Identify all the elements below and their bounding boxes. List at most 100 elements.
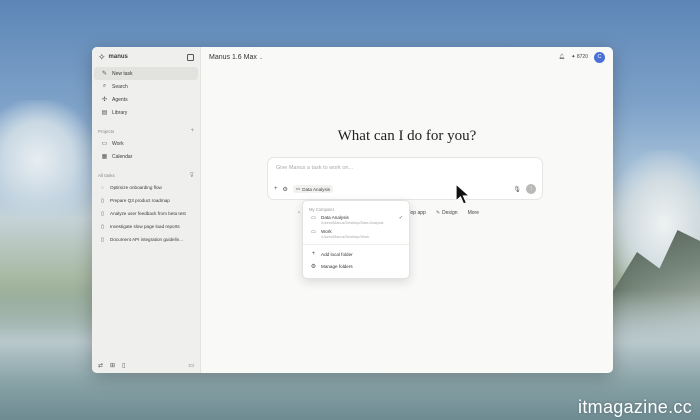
composer-input[interactable]: Give Manus a task to work on...: [276, 165, 353, 171]
bell-icon[interactable]: 🔔︎: [559, 54, 565, 60]
sidebar-item-calendar[interactable]: ▦ Calendar: [94, 150, 198, 163]
manus-logo-icon: ✧: [98, 51, 106, 62]
sidebar-toggle-icon[interactable]: [187, 53, 194, 61]
folder-path: /Users/Manus/Desktop/Work: [321, 235, 370, 239]
agents-icon: ✣: [101, 97, 108, 103]
folder-selector-button[interactable]: ▭ Data Analysis: [292, 185, 334, 193]
app-window: ✧ manus ✎ New task ⌕ Search ✣ Agents ▤ L…: [92, 47, 613, 373]
spark-icon: ✦: [571, 54, 576, 60]
sidebar-item-label: New task: [112, 70, 133, 77]
mouse-cursor-icon: [455, 183, 472, 205]
task-item[interactable]: ▯ Analyze user feedback from beta test: [92, 207, 200, 220]
settings-icon: ⚙︎: [310, 263, 317, 270]
sidebar-item-agents[interactable]: ✣ Agents: [94, 93, 198, 106]
task-item[interactable]: ▯ Prepare Q3 product roadmap: [92, 194, 200, 207]
document-icon: ▯: [101, 197, 104, 204]
divider: [303, 244, 409, 245]
tasks-header: All tasks ⊽: [92, 169, 200, 181]
folder-icon: ▭: [311, 229, 316, 235]
folder-icon: ▭: [311, 215, 316, 221]
action-design[interactable]: ✎ Design: [436, 210, 458, 216]
apps-grid-icon[interactable]: ⊞: [110, 362, 115, 369]
document-icon: ▯: [101, 223, 104, 230]
task-item[interactable]: ▯ Investigate slow page load reports: [92, 220, 200, 233]
folder-name: Data Analysis: [321, 215, 349, 220]
loading-icon: ◌: [101, 184, 104, 191]
model-selector[interactable]: Manus 1.6 Max ⌄: [209, 54, 263, 61]
task-item-label: Optimize onboarding flow: [110, 185, 162, 190]
microphone-icon[interactable]: 🎙︎: [513, 186, 521, 193]
sidebar-item-label: Work: [112, 140, 124, 147]
plus-icon[interactable]: +: [274, 186, 278, 192]
page-title: What can I do for you?: [337, 128, 477, 144]
task-item-label: Investigate slow page load reports: [110, 224, 180, 229]
task-composer[interactable]: Give Manus a task to work on... + ⚙︎ ▭ D…: [267, 157, 543, 200]
sidebar-item-library[interactable]: ▤ Library: [94, 106, 198, 119]
design-icon: ✎: [435, 210, 441, 216]
projects-header: Projects +: [92, 125, 200, 137]
sidebar: ✧ manus ✎ New task ⌕ Search ✣ Agents ▤ L…: [92, 47, 201, 373]
folder-selector-label: Data Analysis: [302, 186, 331, 192]
plus-icon: +: [311, 251, 316, 257]
action-more[interactable]: More: [468, 210, 479, 216]
tablet-icon[interactable]: ▭: [188, 362, 194, 369]
sidebar-header: ✧ manus: [92, 47, 200, 67]
folder-path: /Users/Manus/Desktop/Data Analysis: [321, 221, 384, 225]
sidebar-item-new-task[interactable]: ✎ New task: [94, 67, 198, 80]
manage-folders-item[interactable]: ⚙︎ Manage folders: [303, 260, 409, 272]
filter-icon[interactable]: ⊽: [190, 172, 194, 179]
sidebar-item-label: Calendar: [112, 153, 133, 160]
search-icon: ⌕: [102, 83, 107, 89]
avatar[interactable]: C: [594, 51, 605, 63]
credits[interactable]: ✦ 8720: [571, 54, 588, 60]
task-item[interactable]: ▯ Document API integration guidelin...: [92, 233, 200, 246]
sidebar-item-work[interactable]: ▭ Work: [94, 137, 198, 150]
task-item-label: Document API integration guidelin...: [110, 237, 184, 242]
top-bar: Manus 1.6 Max ⌄ 🔔︎ ✦ 8720 C: [201, 47, 613, 67]
watermark: itmagazine.cc: [578, 397, 692, 417]
document-icon: ▯: [101, 210, 104, 217]
projects-header-label: Projects: [98, 128, 115, 134]
switch-icon[interactable]: ⇄: [98, 362, 103, 369]
add-project-icon[interactable]: +: [190, 128, 194, 134]
tasks-header-label: All tasks: [98, 172, 115, 178]
credits-value: 8720: [576, 54, 588, 60]
sidebar-item-search[interactable]: ⌕ Search: [94, 80, 198, 93]
folder-icon: ▭: [101, 141, 108, 147]
folder-name: Work: [321, 229, 332, 234]
folder-menu-header: My Computer: [309, 206, 335, 212]
folder-option-work[interactable]: ▭ Work /Users/Manus/Desktop/Work: [303, 227, 409, 241]
sidebar-footer: ⇄ ⊞ ▯ ▭: [92, 362, 200, 369]
task-item-label: Prepare Q3 product roadmap: [110, 198, 170, 203]
calendar-icon: ▦: [101, 154, 108, 160]
background-cloud: [0, 100, 95, 220]
folder-menu: My Computer ▭ Data Analysis /Users/Manus…: [302, 200, 410, 279]
model-selector-label: Manus 1.6 Max: [209, 53, 257, 61]
document-icon: ▯: [101, 236, 104, 243]
hidden-action-icon[interactable]: ◔: [297, 210, 300, 216]
folder-option-text: Work /Users/Manus/Desktop/Work: [321, 229, 369, 239]
brand-name: manus: [108, 54, 128, 60]
main-panel: Manus 1.6 Max ⌄ 🔔︎ ✦ 8720 C What can I do…: [201, 47, 613, 373]
action-label: Design: [442, 210, 458, 216]
checkmark-icon: ✓: [398, 215, 403, 221]
folder-option-text: Data Analysis /Users/Manus/Desktop/Data …: [321, 215, 383, 225]
library-icon: ▤: [101, 110, 108, 116]
send-button[interactable]: ↑: [526, 184, 536, 194]
mobile-icon[interactable]: ▯: [122, 362, 125, 369]
top-right-controls: 🔔︎ ✦ 8720 C: [559, 51, 605, 63]
sidebar-item-label: Agents: [112, 96, 128, 103]
sidebar-item-label: Search: [112, 83, 128, 90]
action-label: More: [467, 210, 479, 216]
folder-icon: ▭: [295, 186, 301, 191]
add-local-folder-item[interactable]: + Add local folder: [303, 248, 409, 260]
chevron-down-icon: ⌄: [258, 54, 264, 61]
task-item[interactable]: ◌ Optimize onboarding flow: [92, 181, 200, 194]
folder-option-data-analysis[interactable]: ▭ Data Analysis /Users/Manus/Desktop/Dat…: [303, 213, 409, 227]
tools-icon[interactable]: ⚙︎: [283, 186, 288, 193]
manage-folders-label: Manage folders: [321, 263, 353, 269]
add-local-folder-label: Add local folder: [321, 251, 353, 257]
task-item-label: Analyze user feedback from beta test: [110, 211, 186, 216]
sidebar-item-label: Library: [112, 109, 128, 116]
composer-toolbar: + ⚙︎ ▭ Data Analysis 🎙︎ ↑: [274, 184, 536, 194]
